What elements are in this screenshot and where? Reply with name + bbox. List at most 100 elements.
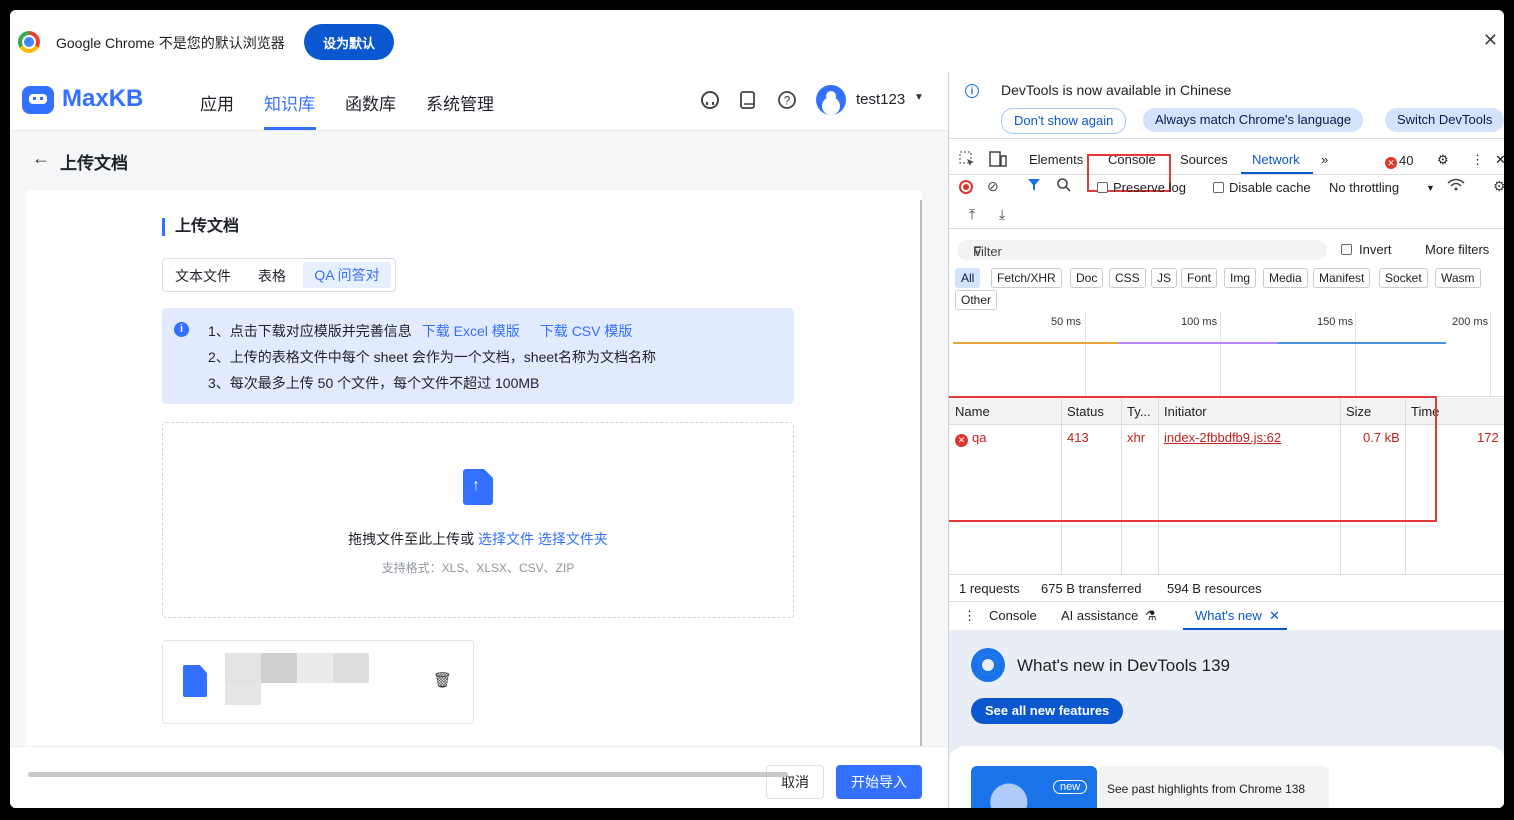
inspect-element-icon[interactable]: [959, 151, 975, 170]
timeline-gridline: [1355, 312, 1356, 396]
horizontal-scrollbar[interactable]: [28, 772, 788, 777]
nav-item-knowledge[interactable]: 知识库: [264, 90, 315, 115]
type-filter-doc[interactable]: Doc: [1070, 268, 1104, 288]
device-toolbar-icon[interactable]: [989, 151, 1007, 170]
network-timeline[interactable]: 50 ms 100 ms 150 ms 200 ms: [949, 312, 1504, 397]
timeline-gridline: [1220, 312, 1221, 396]
drawer-tab-ai-assistance[interactable]: AI assistance: [1061, 608, 1138, 623]
maxkb-logo-icon[interactable]: [22, 86, 54, 114]
type-filter-wasm[interactable]: Wasm: [1435, 268, 1481, 288]
drawer-menu-icon[interactable]: ⋮: [963, 608, 976, 624]
tab-qa[interactable]: QA 问答对: [303, 262, 391, 288]
throttling-select[interactable]: No throttling: [1329, 180, 1399, 195]
see-all-features-button[interactable]: See all new features: [971, 698, 1124, 724]
type-filter-font[interactable]: Font: [1181, 268, 1218, 288]
export-har-icon[interactable]: ⤓: [999, 206, 1005, 223]
switch-devtools-button[interactable]: Switch DevTools: [1385, 108, 1504, 132]
back-arrow-icon[interactable]: ←: [32, 148, 50, 169]
close-tab-icon[interactable]: ✕: [1269, 608, 1280, 624]
type-filter-media[interactable]: Media: [1263, 268, 1308, 288]
type-filter-socket[interactable]: Socket: [1379, 268, 1428, 288]
settings-gear-icon[interactable]: ⚙: [1437, 152, 1449, 168]
browser-window: Google Chrome 不是您的默认浏览器 设为默认 ✕ MaxKB 应用 …: [10, 10, 1504, 808]
github-icon[interactable]: [700, 90, 720, 110]
zip-file-icon: [183, 665, 207, 697]
import-har-icon[interactable]: ⤒: [969, 206, 975, 223]
match-language-button[interactable]: Always match Chrome's language: [1143, 108, 1364, 132]
nav-item-apps[interactable]: 应用: [200, 90, 234, 115]
clear-icon[interactable]: ⊘: [987, 178, 999, 195]
type-filter-all[interactable]: All: [955, 268, 981, 288]
dont-show-again-button[interactable]: Don't show again: [1001, 108, 1127, 134]
chevron-down-icon[interactable]: ▼: [1426, 183, 1435, 193]
action-bar: 取消 开始导入: [10, 746, 948, 808]
info-line-1: 1、点击下载对应模版并完善信息 下载 Excel 模版 下载 CSV 模版: [208, 321, 632, 341]
search-icon[interactable]: [1057, 178, 1071, 195]
blurred-file-size: [225, 683, 261, 705]
filter-icon[interactable]: [1027, 178, 1041, 195]
drawer-tab-whats-new[interactable]: What's new: [1195, 608, 1262, 623]
username-label[interactable]: test123: [856, 91, 905, 108]
filter-input[interactable]: ⊽ Filter: [957, 240, 1327, 260]
disable-cache-checkbox[interactable]: [1213, 182, 1224, 193]
cancel-button[interactable]: 取消: [766, 765, 824, 799]
top-navigation: MaxKB 应用 知识库 函数库 系统管理 ? test123 ▼: [10, 72, 948, 131]
error-count-badge[interactable]: ✕ 40: [1385, 153, 1413, 169]
invert-checkbox[interactable]: [1341, 244, 1352, 255]
record-icon[interactable]: [959, 180, 973, 194]
type-filter-other[interactable]: Other: [955, 290, 998, 310]
start-import-button[interactable]: 开始导入: [836, 765, 922, 799]
past-highlights-text: See past highlights from Chrome 138: [1107, 782, 1306, 796]
download-csv-link[interactable]: 下载 CSV 模版: [540, 323, 633, 339]
download-excel-link[interactable]: 下载 Excel 模版: [422, 323, 520, 339]
close-devtools-icon[interactable]: ✕: [1495, 152, 1504, 168]
chevron-down-icon[interactable]: ▼: [914, 92, 924, 103]
select-file-link[interactable]: 选择文件: [478, 531, 534, 547]
drop-text: 拖拽文件至此上传或: [348, 531, 475, 547]
select-folder-link[interactable]: 选择文件夹: [538, 531, 608, 547]
network-settings-icon[interactable]: ⚙: [1493, 178, 1504, 195]
more-tabs-icon[interactable]: »: [1321, 152, 1328, 167]
invert-label: Invert: [1359, 242, 1392, 257]
avatar[interactable]: [816, 85, 846, 115]
type-filter-manifest[interactable]: Manifest: [1313, 268, 1371, 288]
timeline-bar-scripting: [1118, 342, 1278, 344]
file-drop-zone[interactable]: 拖拽文件至此上传或 选择文件 选择文件夹 支持格式：XLS、XLSX、CSV、Z…: [162, 422, 794, 618]
document-icon[interactable]: [738, 90, 758, 110]
network-conditions-icon[interactable]: [1447, 178, 1465, 195]
tab-text-file[interactable]: 文本文件: [175, 266, 231, 286]
tab-sources[interactable]: Sources: [1180, 152, 1228, 167]
tab-table[interactable]: 表格: [258, 266, 286, 286]
type-filter-fetch-xhr[interactable]: Fetch/XHR: [991, 268, 1062, 288]
drawer-tab-console[interactable]: Console: [989, 608, 1037, 623]
nav-item-system[interactable]: 系统管理: [426, 90, 494, 115]
nav-item-functions[interactable]: 函数库: [345, 90, 396, 115]
type-filter-js[interactable]: JS: [1151, 268, 1178, 288]
drop-instruction: 拖拽文件至此上传或 选择文件 选择文件夹: [163, 529, 793, 549]
bytes-transferred: 675 B transferred: [1041, 581, 1142, 596]
info-line-3: 3、每次最多上传 50 个文件，每个文件不超过 100MB: [208, 375, 540, 391]
info-alert: i 1、点击下载对应模版并完善信息 下载 Excel 模版 下载 CSV 模版 2、…: [162, 308, 794, 404]
type-filter-img[interactable]: Img: [1224, 268, 1257, 288]
past-highlights[interactable]: See past highlights from Chrome 138: [1099, 766, 1329, 808]
vertical-scrollbar[interactable]: [920, 200, 922, 755]
close-icon[interactable]: ✕: [1483, 30, 1498, 51]
tab-network[interactable]: Network: [1252, 152, 1300, 167]
type-filter-css[interactable]: CSS: [1109, 268, 1146, 288]
app-logo-text[interactable]: MaxKB: [62, 85, 143, 113]
blurred-file-name: [225, 653, 369, 683]
delete-icon[interactable]: 🗑: [433, 671, 452, 689]
page-header: ← 上传文档: [10, 130, 948, 190]
more-filters-dropdown[interactable]: More filters: [1425, 242, 1489, 257]
preserve-log-checkbox[interactable]: [1097, 182, 1108, 193]
highlight-box-request: [949, 396, 1437, 522]
default-browser-banner: Google Chrome 不是您的默认浏览器 设为默认 ✕: [10, 10, 1504, 73]
disable-cache-label: Disable cache: [1229, 180, 1311, 195]
tab-elements[interactable]: Elements: [1029, 152, 1083, 167]
timeline-label-200: 200 ms: [1452, 316, 1489, 328]
set-default-button[interactable]: 设为默认: [304, 24, 394, 60]
more-options-icon[interactable]: ⋮: [1471, 152, 1484, 168]
uploaded-file-item: 🗑: [162, 640, 474, 724]
highlights-card[interactable]: new See past highlights from Chrome 138: [949, 746, 1504, 808]
help-icon[interactable]: ?: [777, 90, 797, 110]
